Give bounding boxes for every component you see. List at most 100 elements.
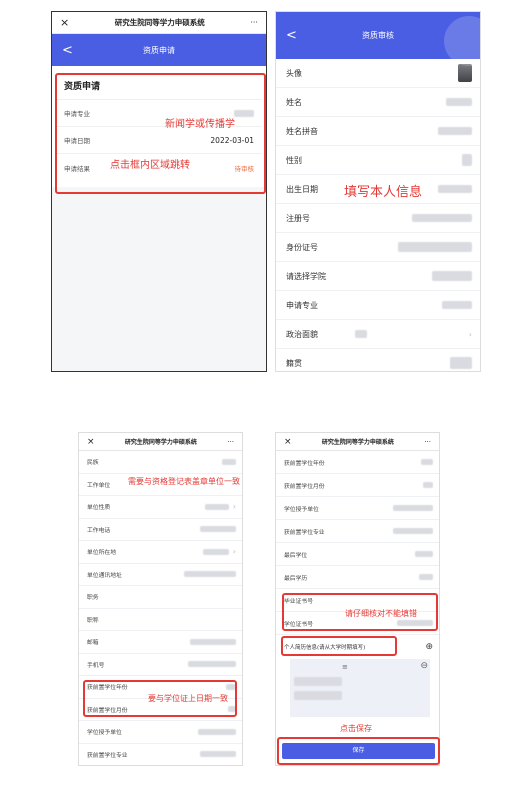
form-row[interactable]: 工作电话 — [79, 519, 242, 541]
blurred-value — [188, 661, 236, 668]
blurred-value — [398, 242, 472, 252]
row-value — [419, 574, 433, 580]
top-bar: × 研究生院同等学力申硕系统 ··· — [276, 433, 439, 451]
row-label: 学位授予单位 — [284, 506, 319, 513]
page-header: < 资质申请 — [52, 34, 266, 66]
more-icon[interactable]: ··· — [227, 438, 234, 446]
blurred-value — [294, 677, 342, 686]
form-row[interactable]: 单位通讯地址 — [79, 564, 242, 586]
form-row[interactable]: 单位性质 › — [79, 496, 242, 519]
row-idcard[interactable]: 身份证号 — [276, 233, 480, 262]
form-row[interactable]: 民族 — [79, 451, 242, 474]
blurred-value — [294, 691, 342, 700]
annotation-date: 要与学位证上日期一致 — [148, 694, 228, 703]
form-row[interactable]: 最后学历 — [276, 566, 439, 589]
blurred-value — [415, 551, 433, 557]
chevron-right-icon: › — [232, 502, 236, 512]
top-bar: × 研究生院同等学力申硕系统 ··· — [79, 433, 242, 451]
row-value — [393, 505, 433, 511]
blurred-value — [190, 638, 236, 645]
form-row[interactable]: 获前置学位月份 — [276, 474, 439, 497]
annotation-save: 点击保存 — [340, 724, 372, 733]
blurred-value — [450, 357, 472, 369]
row-label: 头像 — [286, 68, 302, 78]
drag-handle-icon[interactable]: ≡ — [342, 663, 348, 671]
row-label: 性别 — [286, 155, 302, 165]
close-icon[interactable]: × — [284, 437, 292, 447]
form-row[interactable]: 职称 — [79, 609, 242, 631]
form-row[interactable]: 职务 — [79, 586, 242, 609]
row-college[interactable]: 请选择学院 — [276, 262, 480, 291]
form-row[interactable]: 最后学位 — [276, 543, 439, 566]
row-value — [188, 661, 236, 668]
row-gender[interactable]: 性别 — [276, 146, 480, 175]
blurred-value — [393, 505, 433, 511]
close-icon[interactable]: × — [60, 16, 69, 29]
row-label: 工作单位 — [87, 482, 111, 489]
form-row[interactable]: 获前置学位年份 — [276, 451, 439, 474]
form-row[interactable]: 获前置学位专业 — [79, 744, 242, 766]
form-row[interactable]: 单位所在地 › — [79, 541, 242, 564]
row-label: 获前置学位年份 — [284, 460, 325, 467]
top-bar: × 研究生院同等学力申硕系统 ··· — [52, 12, 266, 34]
row-label: 注册号 — [286, 213, 310, 223]
row-native-place[interactable]: 籍贯 — [276, 349, 480, 371]
row-major[interactable]: 申请专业 — [276, 291, 480, 320]
row-label: 单位所在地 — [87, 550, 116, 557]
row-label: 手机号 — [87, 662, 105, 669]
form-row[interactable]: 获前置学位专业 — [276, 520, 439, 543]
blurred-value — [204, 503, 229, 510]
annotation-unit: 需要与资格登记表盖章单位一致 — [128, 477, 240, 486]
row-label: 获前置学位专业 — [284, 529, 325, 536]
form-row[interactable]: 学位授予单位 — [276, 497, 439, 520]
highlight-box-resume — [281, 636, 397, 656]
row-value — [421, 459, 433, 465]
blurred-value — [419, 574, 433, 580]
row-value — [190, 638, 236, 645]
form-row[interactable]: 学位授予单位 — [79, 721, 242, 744]
row-label: 单位通讯地址 — [87, 572, 122, 579]
row-label: 最后学历 — [284, 575, 308, 582]
back-icon[interactable]: < — [62, 43, 73, 58]
blurred-value — [222, 458, 236, 465]
row-value — [222, 458, 236, 465]
row-label: 工作电话 — [87, 527, 111, 534]
back-icon[interactable]: < — [286, 28, 297, 43]
row-avatar[interactable]: 头像 — [276, 59, 480, 88]
row-label: 职务 — [87, 595, 99, 602]
row-name[interactable]: 姓名 — [276, 88, 480, 117]
more-icon[interactable]: ··· — [250, 18, 258, 27]
chevron-right-icon: › — [232, 547, 236, 557]
row-pinyin[interactable]: 姓名拼音 — [276, 117, 480, 146]
row-value — [198, 728, 236, 735]
highlight-box-save — [277, 737, 440, 765]
remove-circle-icon[interactable]: ⊖ — [420, 661, 428, 671]
avatar — [458, 64, 472, 82]
row-label: 政治面貌 — [286, 329, 318, 339]
form-row[interactable]: 手机号 — [79, 654, 242, 676]
row-label: 最后学位 — [284, 552, 308, 559]
chevron-right-icon: › — [468, 329, 472, 339]
form-row[interactable]: 邮箱 — [79, 631, 242, 654]
blurred-value — [198, 728, 236, 735]
blurred-value — [462, 154, 472, 166]
row-value — [200, 526, 236, 533]
annotation-major: 新闻学或传播学 — [165, 119, 235, 130]
row-registration[interactable]: 注册号 — [276, 204, 480, 233]
row-label: 申请专业 — [286, 300, 318, 310]
close-icon[interactable]: × — [87, 437, 95, 447]
row-label: 获前置学位专业 — [87, 752, 128, 759]
row-label: 学位授予单位 — [87, 730, 122, 737]
row-label: 姓名拼音 — [286, 126, 318, 136]
more-icon[interactable]: ··· — [424, 438, 431, 446]
blurred-value — [421, 459, 433, 465]
resume-entry[interactable]: ≡ ⊖ — [290, 659, 430, 717]
annotation-jump: 点击框内区域跳转 — [110, 160, 190, 171]
blurred-value — [200, 751, 236, 758]
row-value — [184, 571, 236, 578]
app-title: 研究生院同等学力申硕系统 — [321, 439, 394, 446]
page-title: 资质申请 — [143, 45, 175, 55]
add-circle-icon[interactable]: ⊕ — [425, 642, 433, 652]
row-value — [200, 751, 236, 758]
row-political[interactable]: 政治面貌 › — [276, 320, 480, 349]
